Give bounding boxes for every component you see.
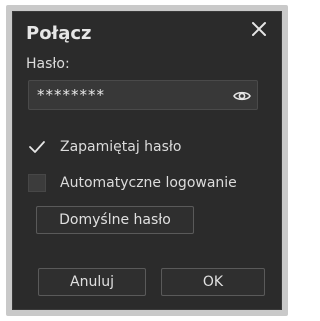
- remember-password-checkbox[interactable]: Zapamiętaj hasło: [28, 136, 181, 158]
- password-label: Hasło:: [26, 56, 70, 72]
- ok-button[interactable]: OK: [161, 268, 265, 296]
- auto-login-check[interactable]: [28, 174, 46, 192]
- eye-icon: [233, 91, 251, 101]
- auto-login-checkbox[interactable]: Automatyczne logowanie: [28, 172, 237, 194]
- close-icon: [252, 22, 266, 36]
- default-password-button[interactable]: Domyślne hasło: [36, 206, 194, 234]
- close-button[interactable]: [247, 17, 271, 41]
- remember-password-check[interactable]: [28, 138, 46, 156]
- dialog-title: Połącz: [26, 23, 92, 44]
- checkmark-icon: [29, 141, 45, 153]
- remember-password-label: Zapamiętaj hasło: [60, 139, 182, 155]
- password-field[interactable]: ********: [28, 80, 258, 110]
- show-password-button[interactable]: [233, 88, 251, 102]
- password-value: ********: [37, 86, 105, 104]
- auto-login-label: Automatyczne logowanie: [60, 175, 237, 191]
- cancel-button[interactable]: Anuluj: [38, 268, 146, 296]
